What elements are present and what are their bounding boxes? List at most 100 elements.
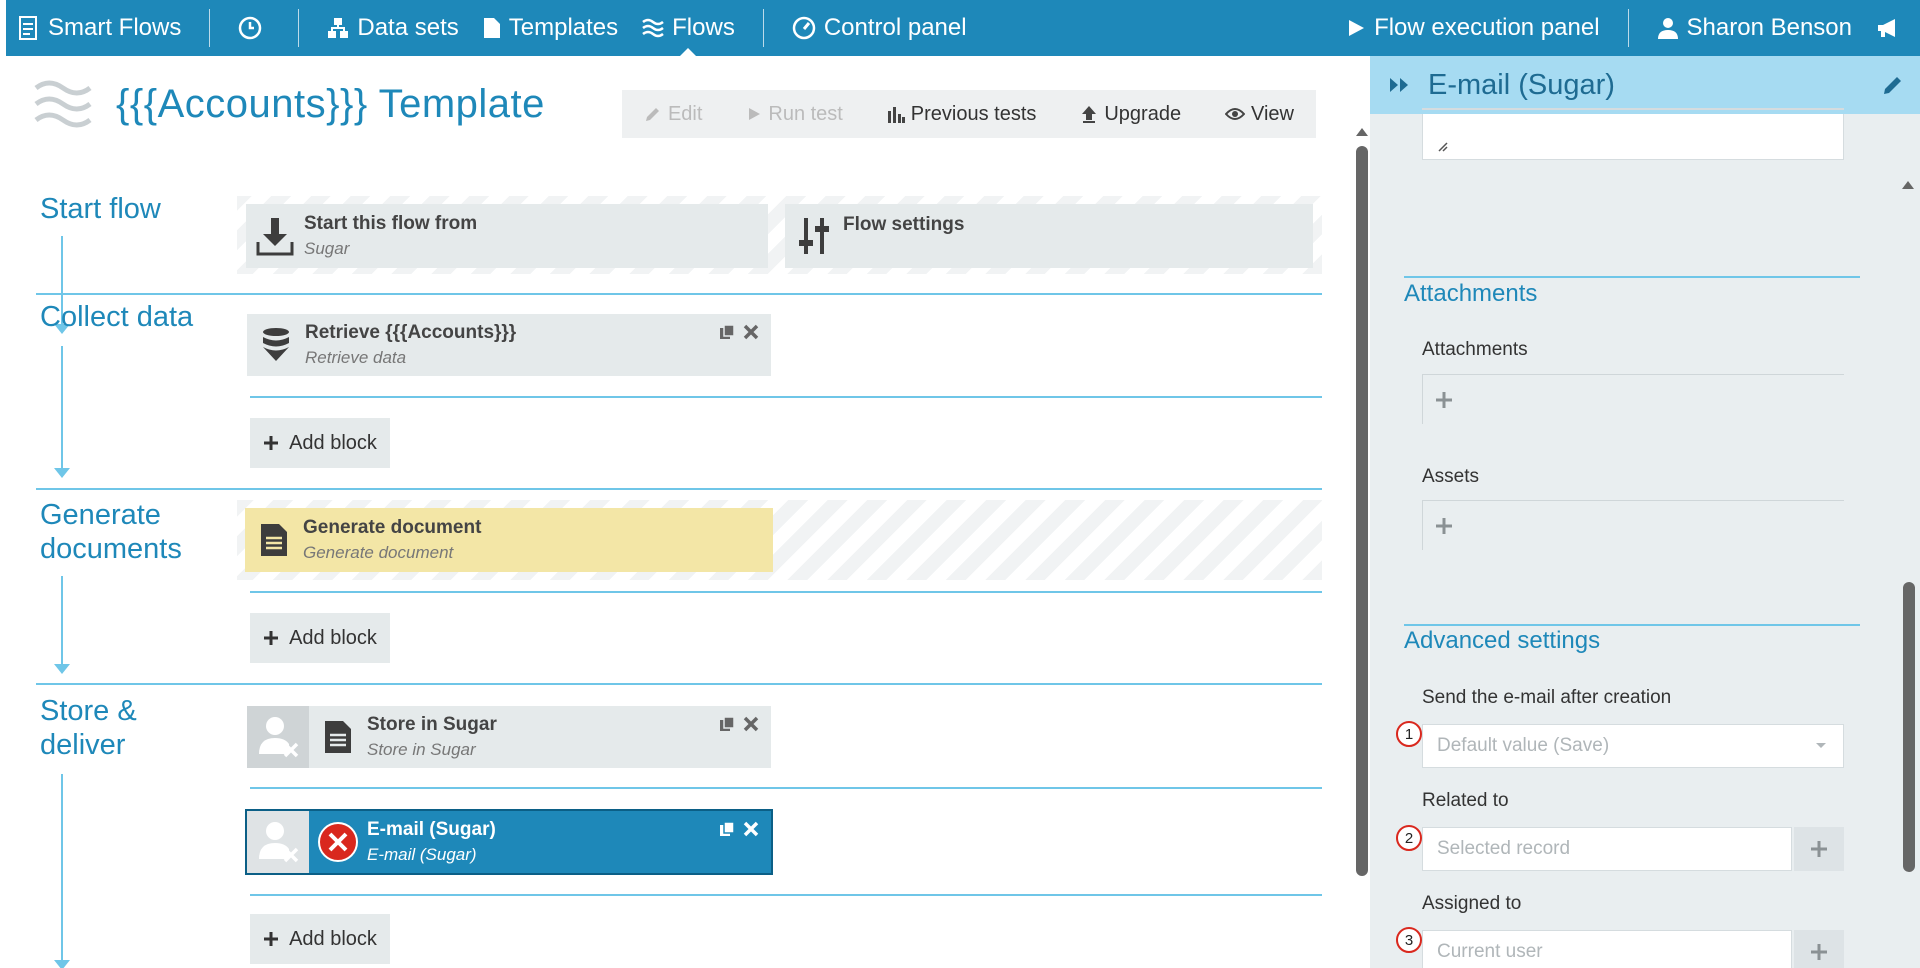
panel-scrollbar[interactable]: [1896, 114, 1920, 968]
section-divider: [1404, 276, 1860, 278]
view-button[interactable]: View: [1225, 103, 1294, 126]
add-block-button[interactable]: Add block: [250, 914, 390, 964]
plus-icon[interactable]: [1435, 517, 1453, 535]
delete-x-icon[interactable]: [743, 324, 759, 340]
message-textarea[interactable]: [1422, 114, 1844, 160]
retrieve-block[interactable]: Retrieve {{{Accounts}}} Retrieve data: [247, 314, 771, 376]
assigned-to-add-button[interactable]: [1794, 930, 1844, 968]
scroll-up-arrow-icon[interactable]: [1896, 178, 1920, 192]
generate-text: Generate document Generate document: [303, 517, 481, 563]
block-underline: [250, 591, 1322, 593]
annotation-marker-2: 2: [1396, 825, 1422, 851]
block-settings-panel: E-mail (Sugar) Attachments Attachments A…: [1370, 56, 1920, 968]
nav-control-panel-label: Control panel: [823, 14, 967, 41]
timeline-arrow: [54, 664, 70, 674]
scrollbar-thumb[interactable]: [1356, 146, 1368, 876]
nav-flow-execution[interactable]: Flow execution panel: [1334, 0, 1611, 56]
plus-icon: [1811, 944, 1827, 960]
assets-add-box[interactable]: [1422, 500, 1844, 550]
timeline-connector: [61, 346, 63, 470]
file-icon: [483, 18, 500, 38]
generate-sub: Generate document: [303, 543, 454, 562]
run-test-button[interactable]: Run test: [746, 103, 843, 126]
section-generate-documents-title: Generate documents: [40, 498, 182, 566]
start-from-block[interactable]: Start this flow from Sugar: [246, 204, 768, 268]
start-from-title: Start this flow from: [304, 213, 478, 234]
generate-document-block[interactable]: Generate document Generate document: [245, 508, 773, 572]
add-block-label: Add block: [289, 431, 377, 454]
user-remove-icon: [247, 811, 309, 873]
nav-control-panel[interactable]: Control panel: [780, 0, 979, 56]
error-x-icon: [309, 821, 367, 863]
sitemap-icon: [328, 18, 349, 38]
store-line-1: Store &: [40, 695, 137, 727]
play-icon: [749, 108, 761, 120]
pencil-icon[interactable]: [1882, 74, 1904, 96]
nav-datasets[interactable]: Data sets: [315, 0, 470, 56]
assigned-to-input[interactable]: Current user: [1422, 930, 1792, 968]
related-to-input[interactable]: Selected record: [1422, 827, 1792, 871]
block-underline: [250, 894, 1322, 896]
edit-button[interactable]: Edit: [644, 103, 702, 126]
send-email-select[interactable]: Default value (Save): [1422, 724, 1844, 768]
delete-x-icon[interactable]: [743, 821, 759, 837]
collapse-panel-icon[interactable]: [1388, 75, 1412, 95]
user-icon: [1657, 18, 1678, 39]
page-title: {{{Accounts}}} Template: [116, 81, 545, 126]
add-block-button[interactable]: Add block: [250, 613, 390, 663]
advanced-settings-title: Advanced settings: [1404, 627, 1601, 654]
section-start-flow-title: Start flow: [40, 193, 161, 225]
assets-label: Assets: [1422, 466, 1480, 487]
database-icon: [247, 327, 305, 363]
block-underline: [250, 787, 1322, 789]
resize-handle-icon[interactable]: [1437, 141, 1449, 153]
eye-icon: [1225, 108, 1245, 120]
attachments-add-box[interactable]: [1422, 374, 1844, 424]
nav-user[interactable]: Sharon Benson: [1645, 0, 1864, 56]
previous-tests-label: Previous tests: [910, 102, 1037, 125]
email-sub: E-mail (Sugar): [367, 845, 477, 864]
delete-x-icon[interactable]: [743, 716, 759, 732]
send-email-label: Send the e-mail after creation: [1422, 687, 1672, 708]
send-email-value: Default value (Save): [1437, 735, 1610, 756]
store-in-sugar-block[interactable]: Store in Sugar Store in Sugar: [247, 706, 771, 768]
upgrade-label: Upgrade: [1104, 102, 1182, 125]
flow-settings-block[interactable]: Flow settings: [785, 204, 1313, 268]
add-block-label: Add block: [289, 626, 377, 649]
announcements-button[interactable]: [1864, 0, 1920, 56]
panel-title: E-mail (Sugar): [1428, 68, 1615, 101]
related-to-label: Related to: [1422, 790, 1509, 811]
add-block-button[interactable]: Add block: [250, 418, 390, 468]
nav-separator: [1627, 9, 1629, 47]
plus-icon: [264, 631, 279, 645]
assigned-to-placeholder: Current user: [1437, 941, 1543, 962]
block-underline: [250, 396, 1322, 398]
copy-icon[interactable]: [719, 324, 735, 340]
previous-tests-button[interactable]: Previous tests: [887, 102, 1037, 126]
sliders-icon: [785, 216, 843, 256]
nav-templates[interactable]: Templates: [471, 0, 630, 56]
scrollbar-thumb[interactable]: [1903, 582, 1915, 872]
nav-brand[interactable]: Smart Flows: [6, 0, 193, 56]
history-button[interactable]: [226, 0, 282, 56]
upgrade-button[interactable]: Upgrade: [1080, 103, 1181, 126]
copy-icon[interactable]: [719, 716, 735, 732]
start-from-sub: Sugar: [304, 239, 350, 258]
flow-toolbar: Edit Run test Previous tests Upgrade Vie…: [622, 90, 1316, 138]
plus-icon[interactable]: [1435, 391, 1453, 409]
nav-templates-label: Templates: [508, 14, 619, 41]
nav-flows[interactable]: Flows: [630, 0, 747, 56]
pencil-icon: [645, 108, 659, 121]
related-to-add-button[interactable]: [1794, 827, 1844, 871]
bar-chart-icon: [887, 107, 905, 123]
annotation-marker-1: 1: [1396, 721, 1422, 747]
flows-waves-icon: [34, 80, 92, 128]
generate-line-1: Generate: [40, 499, 161, 531]
store-title: Store in Sugar: [367, 714, 497, 735]
email-sugar-block[interactable]: E-mail (Sugar) E-mail (Sugar): [245, 809, 773, 875]
nav-datasets-label: Data sets: [357, 14, 459, 41]
block-actions: [719, 821, 759, 837]
attachments-section-title: Attachments: [1404, 280, 1538, 307]
email-title: E-mail (Sugar): [367, 819, 496, 840]
copy-icon[interactable]: [719, 821, 735, 837]
